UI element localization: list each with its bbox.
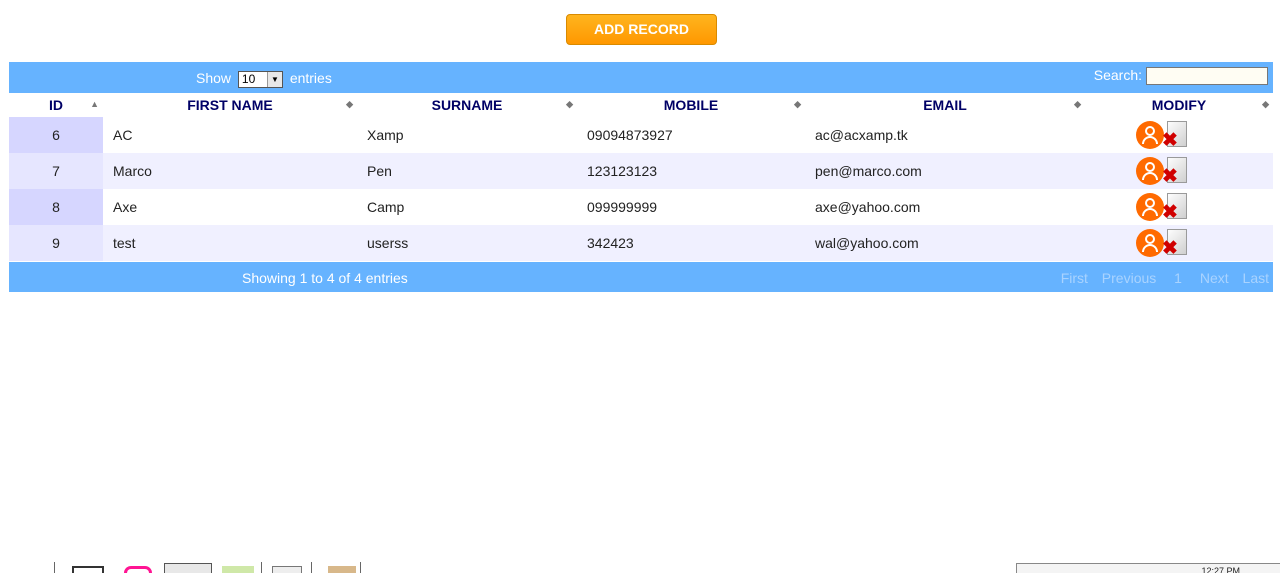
cell-surname: Camp <box>357 189 577 225</box>
entries-length-control: Show 10 ▼ entries <box>196 70 332 88</box>
table-header-row: ID ▲ FIRST NAME ◆ SURNAME ◆ MOBILE ◆ EMAIL ◆ … <box>9 93 1273 117</box>
column-header-mobile[interactable]: MOBILE ◆ <box>577 93 805 117</box>
sort-both-icon: ◆ <box>346 99 353 109</box>
taskbar-separator <box>311 562 312 573</box>
column-header-first-name[interactable]: FIRST NAME ◆ <box>103 93 357 117</box>
delete-icon[interactable]: ✖ <box>1162 192 1190 222</box>
cell-id: 8 <box>9 189 103 225</box>
table-row: 6 AC Xamp 09094873927 ac@acxamp.tk ✖ <box>9 117 1273 153</box>
column-header-id[interactable]: ID ▲ <box>9 93 103 117</box>
taskbar-separator <box>261 562 262 573</box>
cell-first-name: Marco <box>103 153 357 189</box>
delete-icon[interactable]: ✖ <box>1162 228 1190 258</box>
edit-user-icon[interactable] <box>1136 229 1164 257</box>
show-label: Show <box>196 70 232 86</box>
folder-icon[interactable] <box>222 566 254 573</box>
os-taskbar: 12:27 PM <box>0 560 1280 573</box>
browser-icon[interactable] <box>164 563 212 573</box>
cell-id: 9 <box>9 225 103 261</box>
entries-label: entries <box>289 70 332 86</box>
table-row: 7 Marco Pen 123123123 pen@marco.com ✖ <box>9 153 1273 189</box>
search-input[interactable] <box>1146 67 1268 86</box>
notepad-icon[interactable] <box>272 566 302 573</box>
cell-surname: userss <box>357 225 577 261</box>
app-icon[interactable] <box>124 566 152 573</box>
delete-icon[interactable]: ✖ <box>1162 156 1190 186</box>
edit-user-icon[interactable] <box>1136 157 1164 185</box>
cell-id: 7 <box>9 153 103 189</box>
taskbar-separator <box>54 562 55 573</box>
sort-both-icon: ◆ <box>1074 99 1081 109</box>
cell-email: pen@marco.com <box>805 153 1085 189</box>
table-row: 9 test userss 342423 wal@yahoo.com ✖ <box>9 225 1273 261</box>
sort-both-icon: ◆ <box>566 99 573 109</box>
cell-modify: ✖ <box>1085 225 1273 261</box>
search-label: Search: <box>1093 67 1142 83</box>
pagination-last[interactable]: Last <box>1243 270 1269 286</box>
tool-icon[interactable] <box>328 566 356 573</box>
cell-modify: ✖ <box>1085 153 1273 189</box>
cell-first-name: Axe <box>103 189 357 225</box>
system-clock: 12:27 PM <box>1016 563 1280 573</box>
cell-first-name: AC <box>103 117 357 153</box>
delete-icon[interactable]: ✖ <box>1162 120 1190 150</box>
cell-mobile: 342423 <box>577 225 805 261</box>
edit-user-icon[interactable] <box>1136 193 1164 221</box>
table-info: Showing 1 to 4 of 4 entries <box>242 270 408 286</box>
sort-both-icon: ◆ <box>794 99 801 109</box>
sort-both-icon: ◆ <box>1262 99 1269 109</box>
cell-mobile: 099999999 <box>577 189 805 225</box>
column-header-modify[interactable]: MODIFY ◆ <box>1085 93 1273 117</box>
records-table: ID ▲ FIRST NAME ◆ SURNAME ◆ MOBILE ◆ EMAIL ◆ … <box>9 93 1273 261</box>
cell-first-name: test <box>103 225 357 261</box>
monitor-icon[interactable] <box>72 566 104 573</box>
edit-user-icon[interactable] <box>1136 121 1164 149</box>
pagination-page-1[interactable]: 1 <box>1174 270 1182 286</box>
pagination-next[interactable]: Next <box>1200 270 1229 286</box>
cell-modify: ✖ <box>1085 189 1273 225</box>
cell-surname: Xamp <box>357 117 577 153</box>
cell-email: ac@acxamp.tk <box>805 117 1085 153</box>
table-toolbar: Show 10 ▼ entries Search: <box>9 62 1273 93</box>
column-header-surname[interactable]: SURNAME ◆ <box>357 93 577 117</box>
cell-email: axe@yahoo.com <box>805 189 1085 225</box>
add-record-button[interactable]: ADD RECORD <box>566 14 717 45</box>
table-row: 8 Axe Camp 099999999 axe@yahoo.com ✖ <box>9 189 1273 225</box>
taskbar-separator <box>360 562 361 573</box>
cell-modify: ✖ <box>1085 117 1273 153</box>
cell-id: 6 <box>9 117 103 153</box>
pagination-first[interactable]: First <box>1061 270 1088 286</box>
pagination: First Previous 1 Next Last <box>1051 270 1269 286</box>
cell-mobile: 09094873927 <box>577 117 805 153</box>
chevron-down-icon: ▼ <box>266 71 282 87</box>
cell-surname: Pen <box>357 153 577 189</box>
search-control: Search: <box>1093 67 1268 86</box>
column-header-email[interactable]: EMAIL ◆ <box>805 93 1085 117</box>
cell-email: wal@yahoo.com <box>805 225 1085 261</box>
entries-select[interactable]: 10 ▼ <box>237 70 283 88</box>
cell-mobile: 123123123 <box>577 153 805 189</box>
sort-asc-icon: ▲ <box>90 99 99 109</box>
table-footer: Showing 1 to 4 of 4 entries First Previo… <box>9 262 1273 292</box>
pagination-previous[interactable]: Previous <box>1102 270 1156 286</box>
